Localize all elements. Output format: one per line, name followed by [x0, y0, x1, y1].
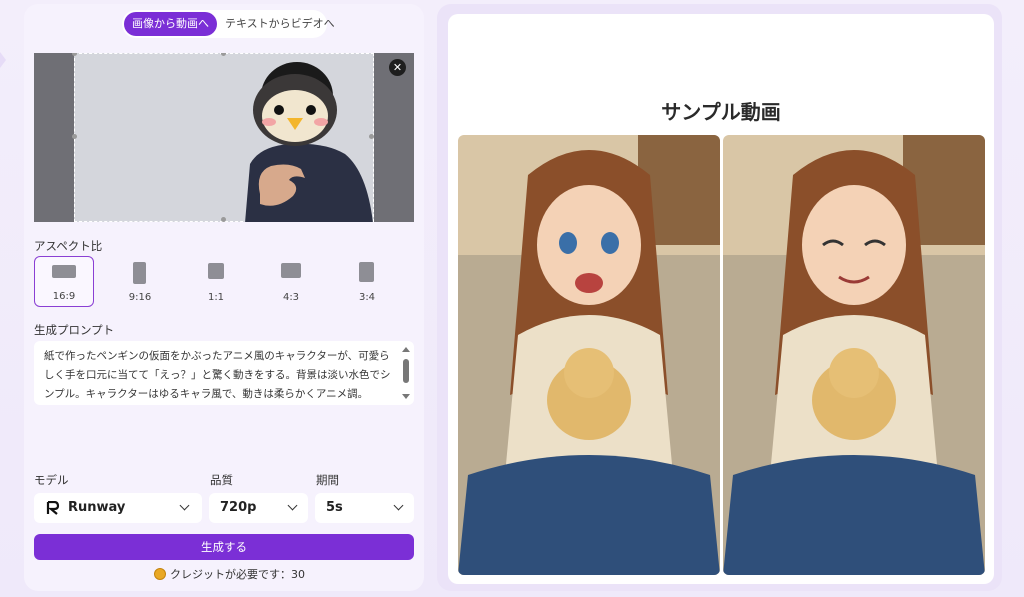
- tab-text-to-video[interactable]: テキストからビデオへ: [217, 12, 343, 36]
- sample-title: サンプル動画: [661, 100, 781, 124]
- aspect-ratio-label: アスペクト比: [34, 239, 103, 253]
- coin-icon: [154, 568, 166, 580]
- generate-button[interactable]: 生成する: [34, 534, 414, 560]
- sparkle-decoration: [0, 52, 6, 68]
- duration-select[interactable]: 5s: [315, 493, 414, 523]
- ratio-option-9-16[interactable]: 9:16: [110, 256, 170, 307]
- close-icon[interactable]: ✕: [389, 59, 406, 76]
- crop-frame[interactable]: [72, 53, 374, 222]
- runway-logo-icon: [46, 501, 60, 515]
- quality-label: 品質: [210, 473, 233, 487]
- uploaded-image: [245, 62, 373, 222]
- chevron-down-icon: [179, 500, 190, 511]
- sample-image-after: [723, 135, 985, 575]
- prompt-scrollbar[interactable]: [402, 345, 410, 401]
- ratio-option-16-9[interactable]: 16:9: [34, 256, 94, 307]
- model-select[interactable]: Runway: [34, 493, 202, 523]
- chevron-down-icon: [287, 500, 298, 511]
- right-panel: サンプル動画: [437, 4, 1002, 591]
- image-preview: ✕: [34, 53, 414, 222]
- mode-tabs: 画像から動画へ テキストからビデオへ: [122, 10, 335, 38]
- prompt-textarea[interactable]: 紙で作ったペンギンの仮面をかぶったアニメ風のキャラクターが、可愛らしく手を口元に…: [34, 341, 414, 405]
- sample-image-before: [458, 135, 720, 575]
- duration-label: 期間: [316, 473, 339, 487]
- tab-image-to-video[interactable]: 画像から動画へ: [124, 12, 217, 36]
- prompt-text: 紙で作ったペンギンの仮面をかぶったアニメ風のキャラクターが、可愛らしく手を口元に…: [44, 350, 391, 400]
- ratio-option-4-3[interactable]: 4:3: [261, 256, 321, 307]
- sample-card: サンプル動画: [448, 14, 994, 584]
- credits-text: クレジットが必要です：30: [170, 568, 305, 581]
- chevron-down-icon: [393, 500, 404, 511]
- ratio-option-1-1[interactable]: 1:1: [186, 256, 246, 307]
- prompt-label: 生成プロンプト: [34, 323, 115, 337]
- quality-select[interactable]: 720p: [209, 493, 308, 523]
- ratio-option-3-4[interactable]: 3:4: [337, 256, 397, 307]
- model-label: モデル: [34, 473, 69, 487]
- credits-info: クレジットが必要です：30: [154, 566, 305, 582]
